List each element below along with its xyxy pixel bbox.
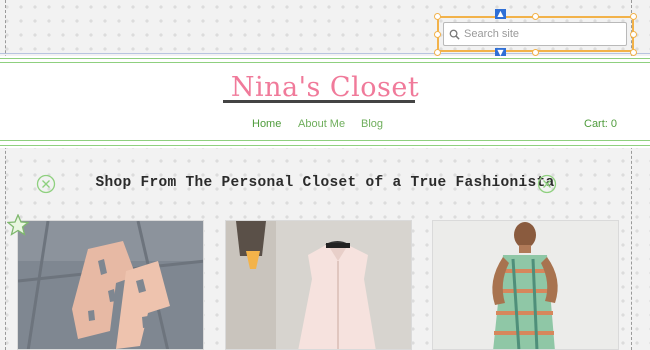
nav-item-about-me[interactable]: About Me [298,118,345,130]
product-card-dress[interactable] [432,220,619,350]
product-card-blouse[interactable] [225,220,412,350]
resize-handle-bottom-left[interactable] [434,49,441,56]
search-icon [449,29,460,40]
resize-handle-top-left[interactable] [434,13,441,20]
top-guide-line [0,53,650,54]
resize-handle-bottom[interactable] [532,49,539,56]
header-bottom-line-2 [0,145,650,146]
resize-handle-top[interactable] [532,13,539,20]
header-bottom-line [0,140,650,141]
search-box[interactable] [443,22,627,46]
anchor-up-icon[interactable]: ▲ [495,9,506,19]
tagline-row: Shop From The Personal Closet of a True … [0,170,650,198]
printed-dress-photo [433,221,618,349]
sleeveless-blouse-photo [226,221,411,349]
close-circle-icon [537,174,557,194]
nav-item-blog[interactable]: Blog [361,118,383,130]
main-nav: Home About Me Blog [0,118,650,134]
resize-handle-top-right[interactable] [630,13,637,20]
resize-handle-bottom-right[interactable] [630,49,637,56]
search-input[interactable] [464,28,624,40]
header-top-line-2 [0,62,650,63]
title-underline [223,100,415,103]
product-card-sandals[interactable] [17,220,204,350]
site-header: Nina's Closet Home About Me Blog Cart: 0 [0,56,650,148]
resize-handle-left[interactable] [434,31,441,38]
header-top-line [0,58,650,59]
sandals-photo [18,221,203,349]
cart-link[interactable]: Cart: 0 [584,118,617,130]
star-icon[interactable] [7,214,29,236]
nav-item-home[interactable]: Home [252,118,281,130]
resize-handle-right[interactable] [630,31,637,38]
